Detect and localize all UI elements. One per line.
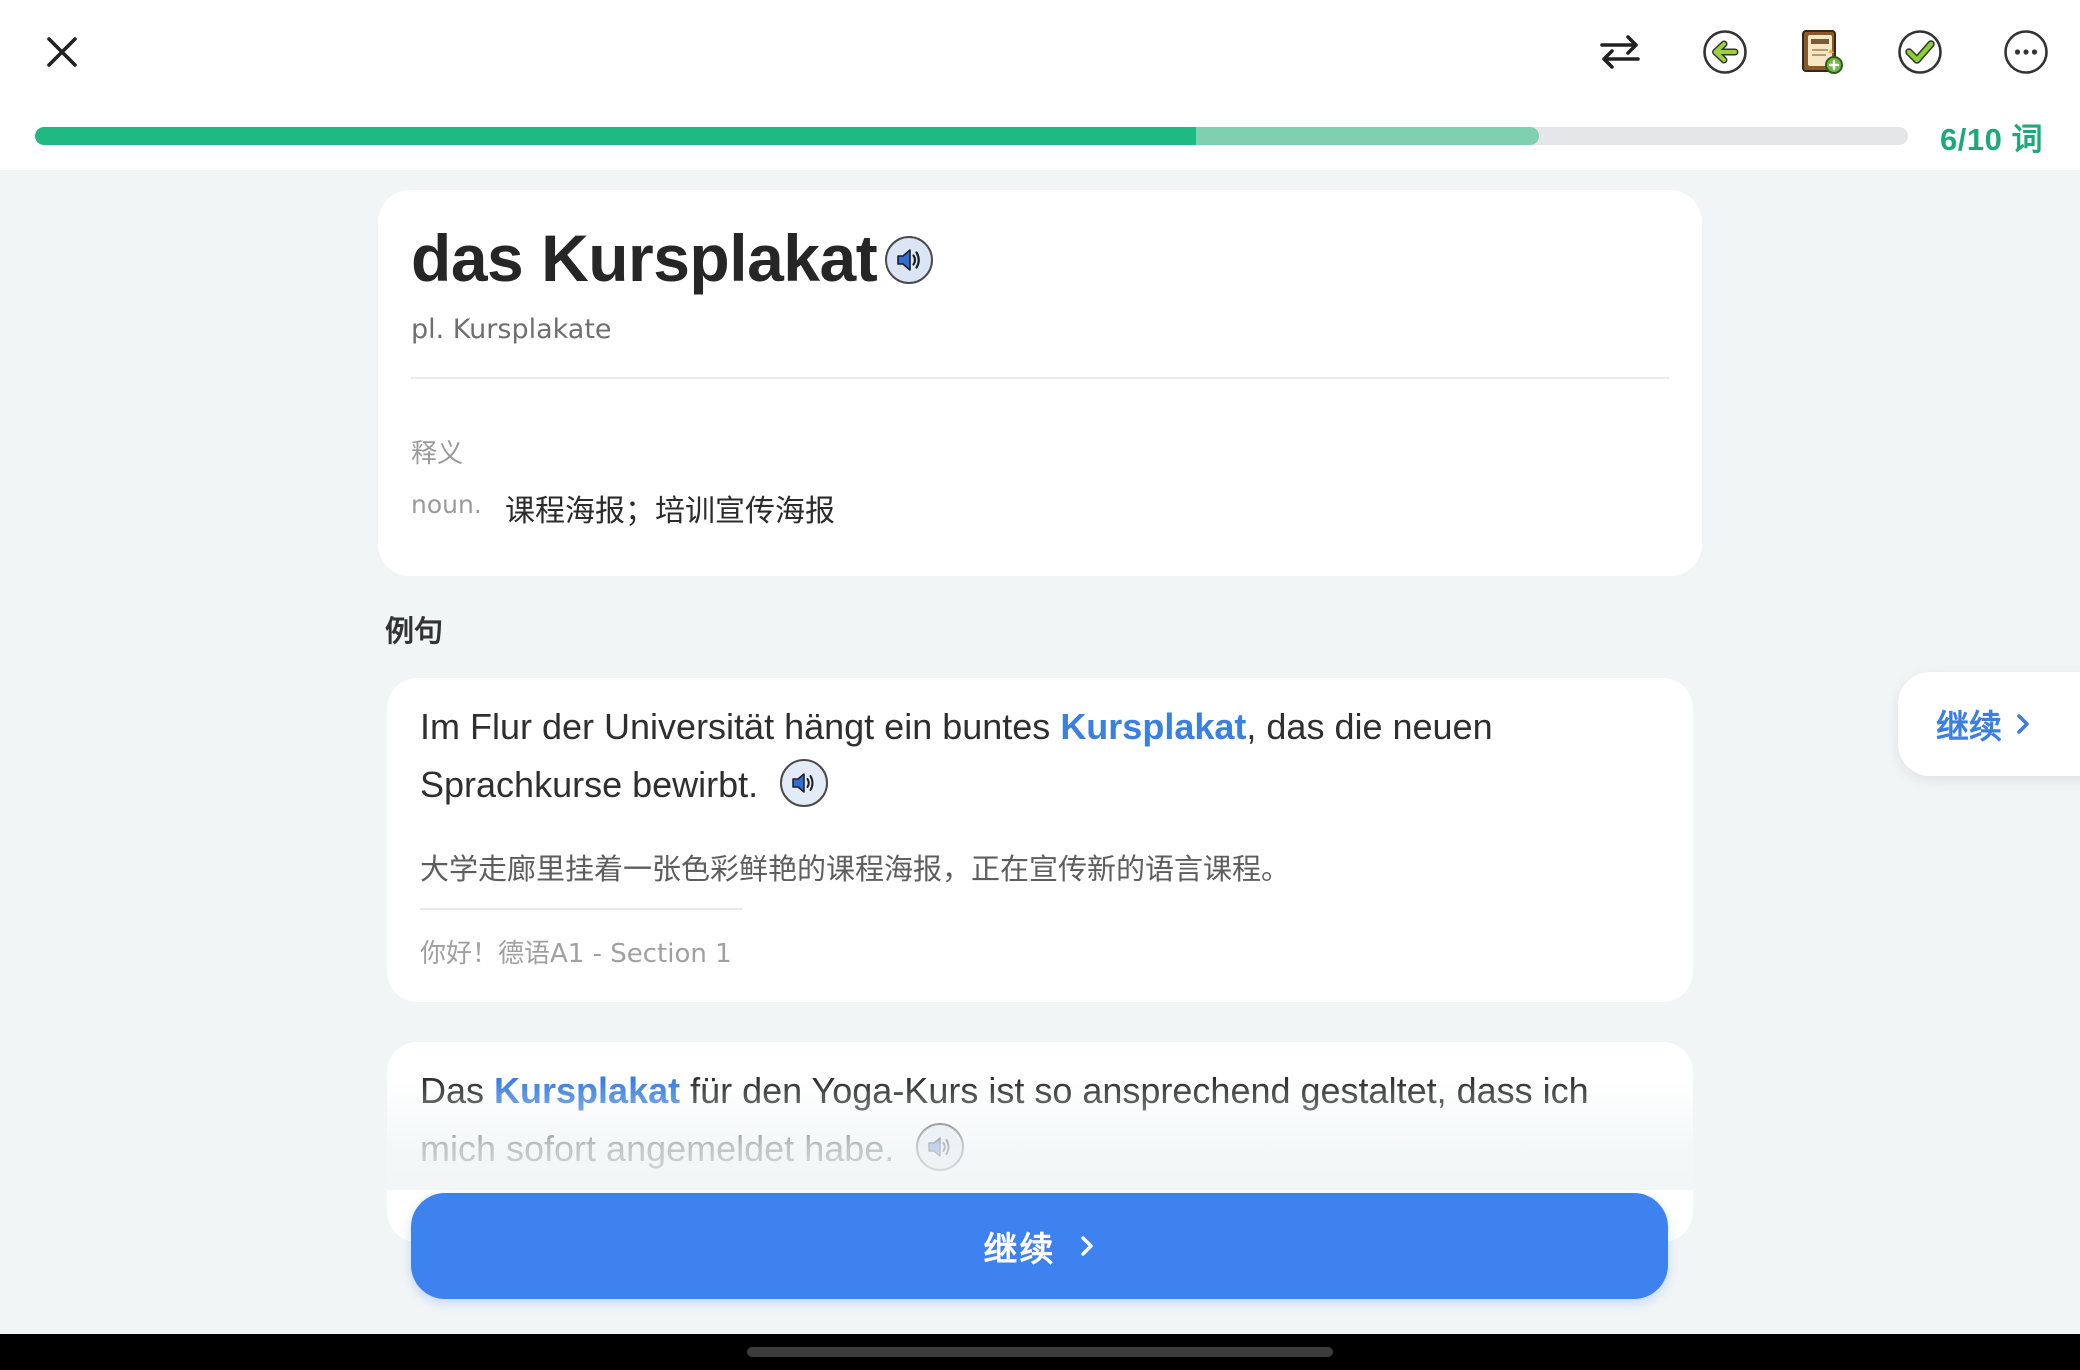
divider bbox=[420, 908, 742, 910]
swap-button[interactable] bbox=[1596, 28, 1644, 76]
word-meaning: 课程海报；培训宣传海报 bbox=[505, 494, 835, 529]
chevron-right-icon bbox=[2014, 711, 2032, 737]
side-continue-button[interactable]: 继续 bbox=[1898, 672, 2080, 776]
progress-bar bbox=[35, 127, 1908, 145]
top-bar: 6/10 词 bbox=[0, 0, 2080, 170]
example-sentence: Im Flur der Universität hängt ein buntes… bbox=[420, 698, 1660, 814]
example-translation: 大学走廊里挂着一张色彩鲜艳的课程海报，正在宣传新的语言课程。 bbox=[420, 852, 1291, 886]
progress-fill bbox=[35, 127, 1197, 145]
continue-label: 继续 bbox=[983, 1229, 1056, 1270]
part-of-speech: noun. bbox=[411, 490, 482, 519]
divider bbox=[411, 377, 1669, 379]
example-audio-button[interactable] bbox=[780, 759, 829, 808]
example-audio-button[interactable] bbox=[916, 1123, 965, 1172]
speaker-icon bbox=[928, 1137, 950, 1158]
speaker-icon bbox=[897, 249, 920, 271]
swap-icon bbox=[1600, 35, 1640, 69]
example-source: 你好！德语A1 - Section 1 bbox=[420, 939, 732, 969]
home-indicator[interactable] bbox=[747, 1347, 1333, 1357]
more-button[interactable] bbox=[2002, 28, 2050, 76]
wordbook-button[interactable] bbox=[1798, 28, 1846, 76]
sentence-text: Im Flur der Universität hängt ein buntes bbox=[420, 706, 1061, 747]
mastered-button[interactable] bbox=[1896, 28, 1944, 76]
back-button[interactable] bbox=[1701, 28, 1749, 76]
back-icon bbox=[1703, 30, 1747, 74]
sentence-text: Das bbox=[420, 1070, 495, 1111]
word-audio-button[interactable] bbox=[885, 236, 933, 284]
sentence-keyword[interactable]: Kursplakat bbox=[494, 1070, 680, 1111]
word-card: das Kursplakat pl. Kursplakate 释义 noun. … bbox=[378, 190, 1702, 576]
speaker-icon bbox=[792, 773, 814, 794]
definition-label: 释义 bbox=[411, 439, 464, 469]
sentence-keyword[interactable]: Kursplakat bbox=[1060, 706, 1246, 747]
close-button[interactable] bbox=[38, 28, 86, 76]
word-title: das Kursplakat bbox=[411, 221, 878, 295]
side-continue-label: 继续 bbox=[1936, 707, 2002, 746]
close-icon bbox=[47, 37, 77, 67]
progress-count: 6/10 词 bbox=[1940, 122, 2043, 157]
chevron-right-icon bbox=[1078, 1232, 1096, 1260]
continue-button[interactable]: 继续 bbox=[411, 1193, 1668, 1299]
example-sentence: Das Kursplakat für den Yoga-Kurs ist so … bbox=[420, 1062, 1660, 1178]
examples-heading: 例句 bbox=[385, 614, 444, 648]
plural-form: pl. Kursplakate bbox=[411, 314, 612, 345]
example-card: Im Flur der Universität hängt ein buntes… bbox=[387, 678, 1693, 1002]
more-icon bbox=[2004, 30, 2048, 74]
wordbook-icon bbox=[1802, 30, 1843, 74]
check-icon bbox=[1898, 30, 1942, 74]
